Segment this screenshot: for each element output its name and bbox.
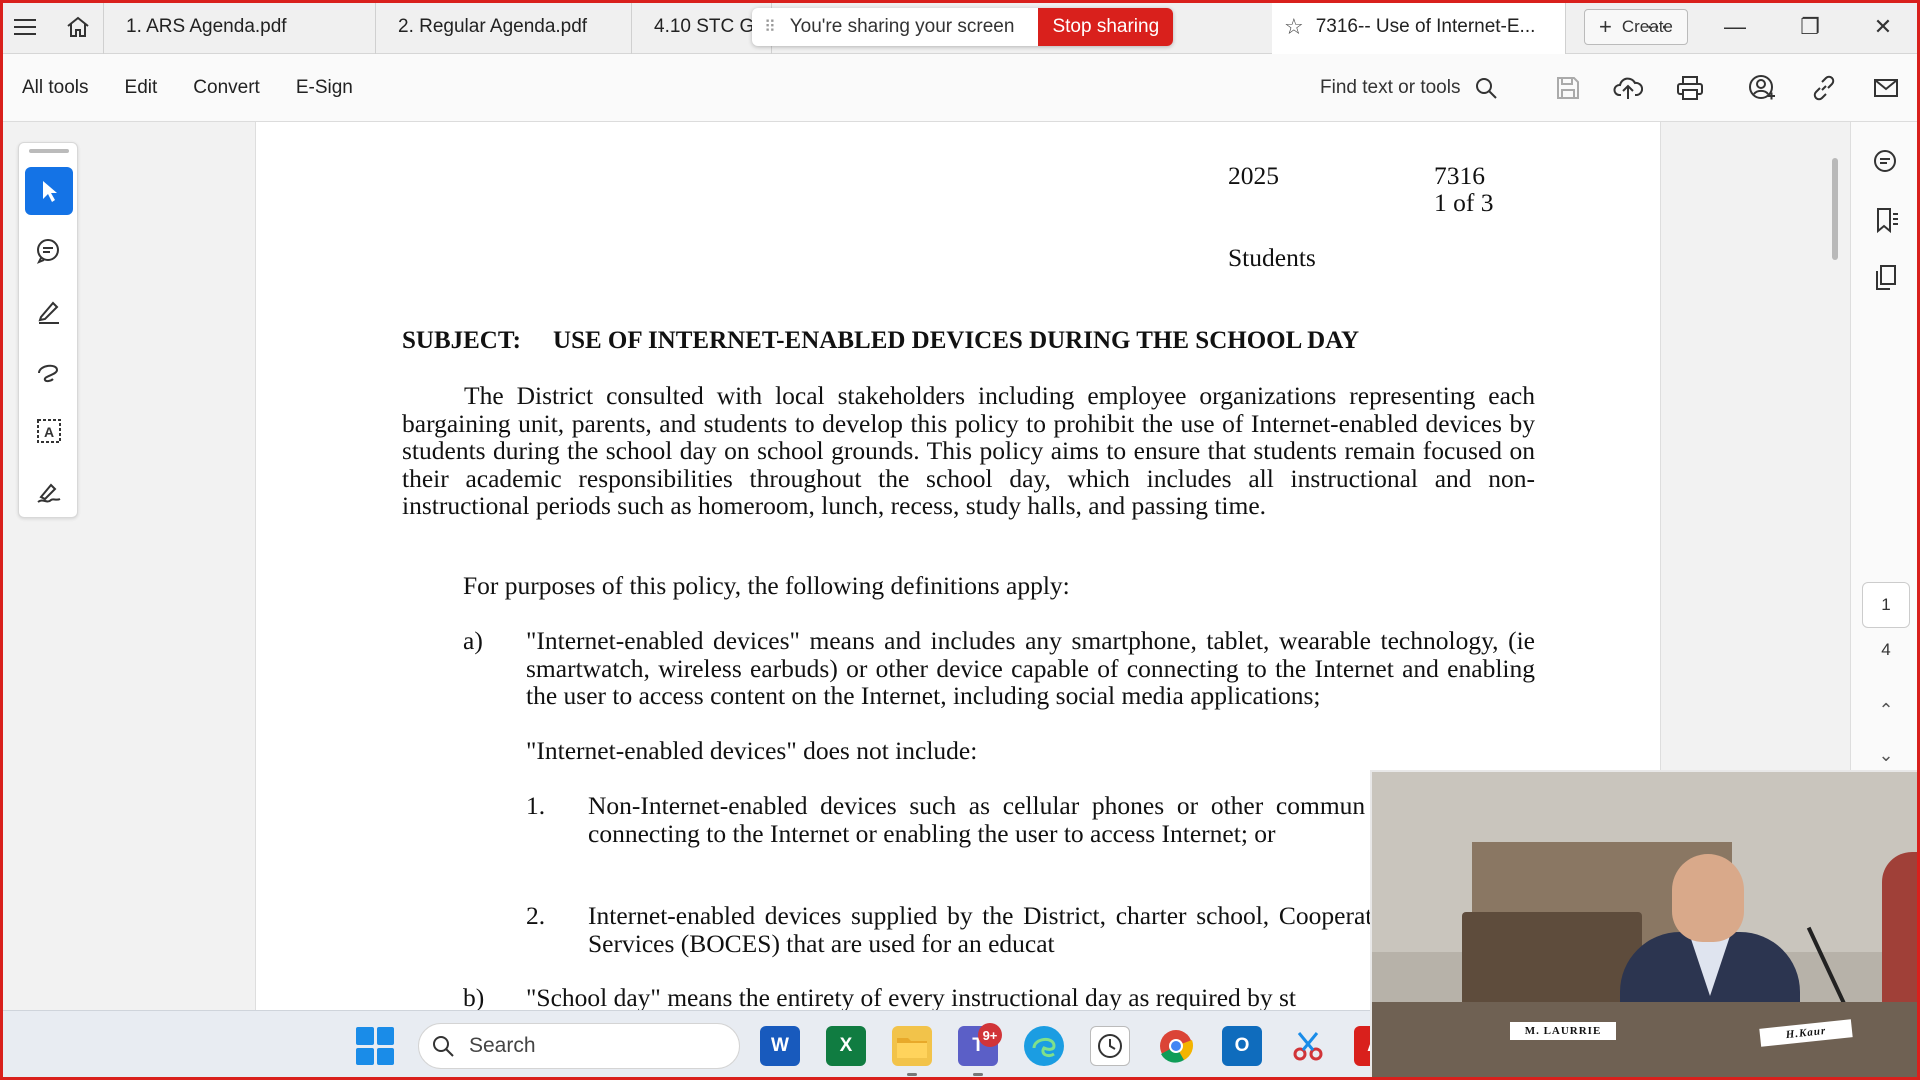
subject-label: SUBJECT: xyxy=(402,327,522,354)
select-tool-icon[interactable] xyxy=(25,167,73,215)
intro-paragraph: The District consulted with local stakeh… xyxy=(402,381,1535,520)
chevron-up-icon[interactable]: ⌃ xyxy=(1862,700,1910,721)
file-explorer-icon[interactable] xyxy=(892,1026,932,1066)
speaker-head xyxy=(1672,854,1744,942)
more-options-icon[interactable]: ⋯ xyxy=(1622,0,1692,54)
policy-year: 2025 xyxy=(1228,161,1279,190)
sharing-status: You're sharing your screen xyxy=(789,16,1015,37)
item-a-text: "Internet-enabled devices" means and inc… xyxy=(526,626,1535,710)
current-page-input[interactable]: 1 xyxy=(1862,582,1910,628)
pages-thumbnails-icon[interactable] xyxy=(1866,258,1906,298)
screen-share-bar: ⠿ You're sharing your screen Stop sharin… xyxy=(752,8,1174,46)
close-window-icon[interactable]: ✕ xyxy=(1848,0,1918,54)
draw-tool-icon[interactable] xyxy=(25,347,73,395)
policy-subject: SUBJECT: USE OF INTERNET-ENABLED DEVICES … xyxy=(402,327,1359,355)
subject-title: USE OF INTERNET-ENABLED DEVICES DURING T… xyxy=(553,327,1360,354)
search-placeholder: Search xyxy=(469,1034,536,1057)
policy-category: Students xyxy=(1228,243,1316,272)
sign-tool-icon[interactable] xyxy=(25,467,73,515)
hamburger-menu-icon[interactable] xyxy=(0,0,52,54)
home-icon[interactable] xyxy=(52,0,104,54)
tab-regular-agenda[interactable]: 2. Regular Agenda.pdf xyxy=(376,0,632,54)
star-icon[interactable]: ☆ xyxy=(1284,14,1304,40)
total-pages: 4 xyxy=(1881,640,1891,659)
close-tab-icon[interactable]: ✕ xyxy=(1563,14,1565,40)
print-icon[interactable] xyxy=(1670,68,1710,108)
drag-handle-icon[interactable]: ⠿ xyxy=(752,17,790,37)
share-user-icon[interactable] xyxy=(1742,68,1782,108)
save-icon[interactable] xyxy=(1548,68,1588,108)
search-icon xyxy=(1476,78,1498,99)
tab-policy-7316[interactable]: ☆ 7316-- Use of Internet-E... ✕ xyxy=(1272,0,1566,54)
sub-item-2-label: 2. xyxy=(526,901,546,930)
menu-all-tools[interactable]: All tools xyxy=(22,77,89,99)
vertical-scrollbar[interactable] xyxy=(1832,158,1838,260)
edge-icon[interactable] xyxy=(1024,1026,1064,1066)
tab-label: 1. ARS Agenda.pdf xyxy=(126,15,287,37)
clock-app-icon[interactable] xyxy=(1090,1026,1130,1066)
chrome-icon[interactable] xyxy=(1156,1026,1196,1066)
tab-stc[interactable]: 4.10 STC Gri xyxy=(632,0,772,54)
windows-start-icon[interactable] xyxy=(356,1027,394,1065)
stop-sharing-button[interactable]: Stop sharing xyxy=(1038,8,1174,46)
tab-ars-agenda[interactable]: 1. ARS Agenda.pdf xyxy=(104,0,376,54)
item-b-label: b) xyxy=(463,983,485,1010)
bookmarks-icon[interactable] xyxy=(1866,200,1906,240)
definitions-intro: For purposes of this policy, the followi… xyxy=(463,571,1070,600)
word-icon[interactable]: W xyxy=(760,1026,800,1066)
meeting-video-feed: M. LAURRIE H.Kaur xyxy=(1370,770,1920,1080)
main-toolbar: All tools Edit Convert E-Sign Find text … xyxy=(0,54,1920,122)
tab-label: 2. Regular Agenda.pdf xyxy=(398,15,588,37)
running-indicator xyxy=(907,1073,917,1076)
link-icon[interactable] xyxy=(1804,68,1844,108)
comments-panel-icon[interactable] xyxy=(1866,142,1906,182)
upload-cloud-icon[interactable] xyxy=(1608,68,1648,108)
drag-handle[interactable] xyxy=(29,149,69,153)
taskbar-search[interactable]: Search xyxy=(418,1023,740,1069)
email-icon[interactable] xyxy=(1866,68,1906,108)
svg-text:A: A xyxy=(44,424,54,440)
plus-icon: + xyxy=(1599,13,1612,39)
menu-edit[interactable]: Edit xyxy=(125,77,158,99)
running-indicator xyxy=(973,1073,983,1076)
snipping-tool-icon[interactable] xyxy=(1288,1026,1328,1066)
find-tools-button[interactable]: Find text or tools xyxy=(1320,54,1498,122)
menu-esign[interactable]: E-Sign xyxy=(296,77,353,99)
excel-icon[interactable]: X xyxy=(826,1026,866,1066)
policy-page-count: 1 of 3 xyxy=(1434,188,1494,217)
menu-convert[interactable]: Convert xyxy=(193,77,260,99)
not-include-text: "Internet-enabled devices" does not incl… xyxy=(526,736,978,765)
search-icon xyxy=(433,1036,454,1057)
teams-notification-badge: 9+ xyxy=(978,1023,1002,1047)
quick-tools-panel: A xyxy=(18,142,78,518)
find-label: Find text or tools xyxy=(1320,77,1461,98)
chevron-down-icon[interactable]: ⌄ xyxy=(1862,745,1910,766)
text-select-tool-icon[interactable]: A xyxy=(25,407,73,455)
tab-label: 4.10 STC Gri xyxy=(654,15,765,37)
highlight-tool-icon[interactable] xyxy=(25,287,73,335)
restore-icon[interactable]: ❐ xyxy=(1775,0,1845,54)
comment-tool-icon[interactable] xyxy=(25,227,73,275)
nameplate-1: M. LAURRIE xyxy=(1510,1022,1616,1040)
sub-item-1-label: 1. xyxy=(526,791,546,820)
video-desk xyxy=(1372,1002,1920,1080)
item-a-label: a) xyxy=(463,626,483,655)
tab-label: 7316-- Use of Internet-E... xyxy=(1315,15,1536,37)
minimize-icon[interactable]: — xyxy=(1700,0,1770,54)
outlook-icon[interactable]: O xyxy=(1222,1026,1262,1066)
policy-number: 7316 xyxy=(1434,161,1485,190)
